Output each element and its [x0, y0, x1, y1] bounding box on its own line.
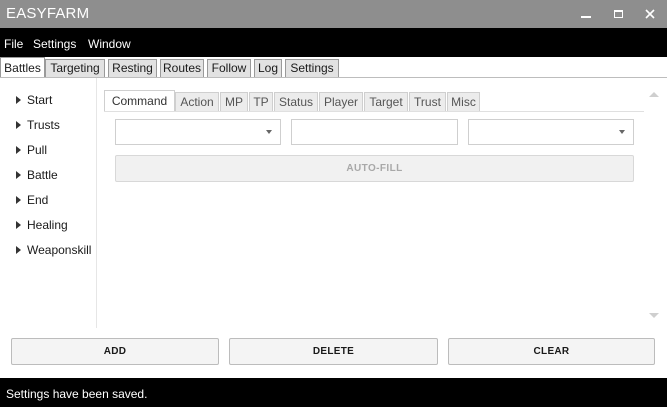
expand-arrow-icon — [16, 121, 21, 129]
scroll-up-arrow-icon[interactable] — [649, 92, 659, 97]
maximize-icon — [613, 10, 623, 18]
close-icon — [645, 9, 655, 19]
minimize-button[interactable] — [572, 0, 600, 28]
subtab-command[interactable]: Command — [104, 90, 175, 112]
tree-item-label: Pull — [27, 143, 48, 157]
tree-item-start[interactable]: Start — [16, 91, 52, 109]
sub-tab-divider — [104, 111, 644, 112]
subtab-status[interactable]: Status — [274, 92, 318, 112]
status-bar: Settings have been saved. — [0, 378, 667, 407]
app-title: EASYFARM — [6, 5, 90, 22]
tree-item-weaponskill[interactable]: Weaponskill — [16, 241, 91, 259]
tab-content-divider — [0, 77, 667, 78]
tree-item-label: Battle — [27, 168, 58, 182]
tab-resting[interactable]: Resting — [108, 59, 157, 78]
command-combo[interactable] — [115, 119, 281, 145]
minimize-icon — [581, 16, 591, 18]
battle-tree: Start Trusts Pull Battle End Healing Wea… — [0, 78, 97, 328]
status-message: Settings have been saved. — [6, 387, 148, 401]
tree-item-battle[interactable]: Battle — [16, 166, 58, 184]
tree-item-label: Weaponskill — [27, 243, 92, 257]
add-button[interactable]: ADD — [11, 338, 219, 365]
tree-item-pull[interactable]: Pull — [16, 141, 47, 159]
tree-item-label: Trusts — [27, 118, 60, 132]
tree-item-trusts[interactable]: Trusts — [16, 116, 60, 134]
tree-item-label: Start — [27, 93, 53, 107]
auto-fill-button[interactable]: AUTO-FILL — [115, 155, 634, 182]
tab-battles[interactable]: Battles — [0, 57, 45, 78]
tree-item-end[interactable]: End — [16, 191, 48, 209]
menu-file[interactable]: File — [4, 37, 23, 51]
tree-item-label: Healing — [27, 218, 68, 232]
subtab-target[interactable]: Target — [364, 92, 408, 112]
tab-follow[interactable]: Follow — [207, 59, 251, 78]
tab-targeting[interactable]: Targeting — [45, 59, 105, 78]
dropdown-arrow-icon — [266, 130, 272, 134]
tab-log[interactable]: Log — [254, 59, 282, 78]
subtab-misc[interactable]: Misc — [447, 92, 480, 112]
tab-settings[interactable]: Settings — [285, 59, 339, 78]
subtab-action[interactable]: Action — [175, 92, 219, 112]
target-combo[interactable] — [468, 119, 634, 145]
expand-arrow-icon — [16, 171, 21, 179]
title-bar: EASYFARM — [0, 0, 667, 28]
expand-arrow-icon — [16, 146, 21, 154]
menu-settings[interactable]: Settings — [33, 37, 76, 51]
command-text-field[interactable] — [291, 119, 458, 145]
scroll-down-arrow-icon[interactable] — [649, 313, 659, 318]
expand-arrow-icon — [16, 196, 21, 204]
tree-item-label: End — [27, 193, 49, 207]
subtab-mp[interactable]: MP — [220, 92, 248, 112]
subtab-tp[interactable]: TP — [249, 92, 273, 112]
expand-arrow-icon — [16, 96, 21, 104]
tab-routes[interactable]: Routes — [160, 59, 204, 78]
expand-arrow-icon — [16, 221, 21, 229]
subtab-player[interactable]: Player — [319, 92, 363, 112]
menu-window[interactable]: Window — [88, 37, 131, 51]
subtab-trust[interactable]: Trust — [409, 92, 446, 112]
dropdown-arrow-icon — [619, 130, 625, 134]
tree-item-healing[interactable]: Healing — [16, 216, 68, 234]
close-button[interactable] — [636, 0, 664, 28]
maximize-button[interactable] — [604, 0, 632, 28]
menu-bar: File Settings Window — [0, 28, 667, 57]
delete-button[interactable]: DELETE — [229, 338, 438, 365]
expand-arrow-icon — [16, 246, 21, 254]
clear-button[interactable]: CLEAR — [448, 338, 655, 365]
